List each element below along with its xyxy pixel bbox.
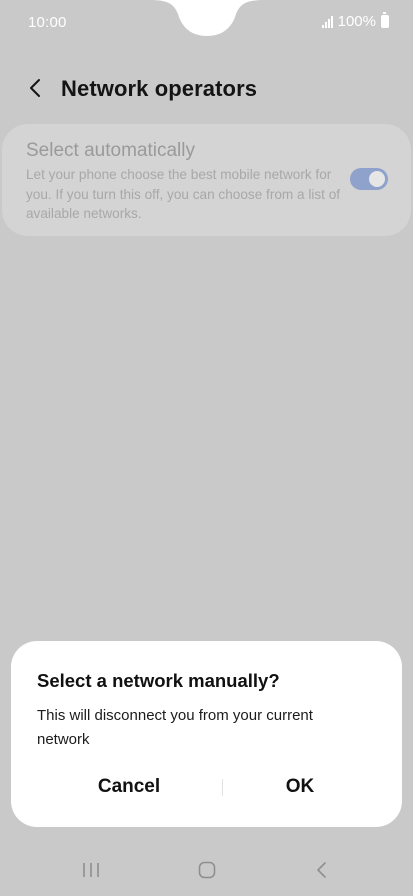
select-automatically-description: Let your phone choose the best mobile ne… xyxy=(26,167,341,221)
chevron-left-icon[interactable] xyxy=(24,76,48,100)
home-icon[interactable] xyxy=(198,861,216,879)
camera-notch xyxy=(150,0,264,36)
back-icon[interactable] xyxy=(314,861,330,879)
dialog-title: Select a network manually? xyxy=(37,670,280,691)
ok-button[interactable]: OK xyxy=(220,769,380,805)
status-bar: 10:00 100% xyxy=(0,0,413,46)
app-header: Network operators xyxy=(0,66,413,114)
select-automatically-title: Select automatically xyxy=(26,140,195,161)
dialog-message: This will disconnect you from your curre… xyxy=(37,707,313,748)
select-automatically-card[interactable]: Select automatically Let your phone choo… xyxy=(2,124,411,236)
toggle-knob xyxy=(369,171,385,187)
dialog-buttons: Cancel OK xyxy=(11,769,402,805)
status-time: 10:00 xyxy=(28,14,67,31)
select-automatically-toggle[interactable] xyxy=(350,168,388,190)
recents-icon[interactable] xyxy=(82,862,100,878)
cancel-button[interactable]: Cancel xyxy=(49,769,209,805)
navigation-bar xyxy=(0,846,413,896)
signal-icon xyxy=(321,15,333,28)
screen: 10:00 100% Network operators Select auto… xyxy=(0,0,413,896)
battery-percentage: 100% xyxy=(337,13,376,30)
page-title: Network operators xyxy=(61,76,258,101)
battery-icon xyxy=(381,12,389,28)
status-right: 100% xyxy=(321,12,389,30)
manual-network-dialog: Select a network manually? This will dis… xyxy=(11,641,402,827)
